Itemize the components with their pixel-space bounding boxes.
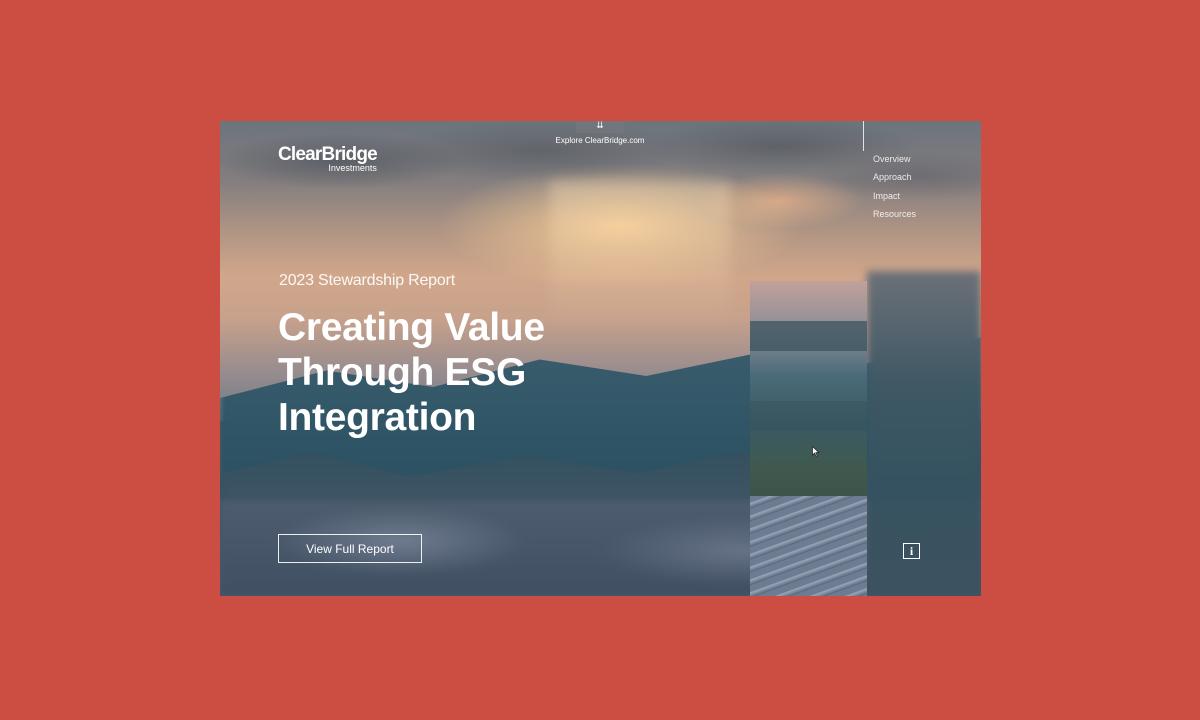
- nav-item-impact[interactable]: Impact: [873, 190, 916, 208]
- solar-panels: [750, 496, 867, 596]
- logo-subtitle: Investments: [328, 163, 377, 173]
- report-eyebrow: 2023 Stewardship Report: [279, 272, 455, 289]
- explore-clearbridge-link[interactable]: Explore ClearBridge.com: [540, 136, 660, 145]
- focus-strip: [750, 281, 867, 596]
- chevron-double-down-icon: ⇊: [596, 121, 604, 130]
- nav-divider: [863, 121, 864, 151]
- nav-item-overview[interactable]: Overview: [873, 153, 916, 171]
- right-fog-panel: [867, 271, 981, 596]
- page-title: Creating Value Through ESG Integration: [278, 306, 545, 439]
- logo-wordmark: ClearBridge: [278, 144, 378, 165]
- sun-rays: [550, 181, 730, 331]
- info-icon[interactable]: i: [903, 543, 920, 559]
- view-full-report-button[interactable]: View Full Report: [278, 534, 422, 563]
- nav-item-approach[interactable]: Approach: [873, 171, 916, 189]
- strip-ridge: [750, 401, 867, 431]
- clearbridge-logo[interactable]: ClearBridge Investments: [278, 144, 378, 173]
- explore-toggle-button[interactable]: ⇊: [576, 121, 624, 133]
- section-nav: Overview Approach Impact Resources: [873, 153, 916, 226]
- nav-item-resources[interactable]: Resources: [873, 208, 916, 226]
- strip-ridge: [750, 321, 867, 351]
- hero-frame: ⇊ Explore ClearBridge.com ClearBridge In…: [220, 121, 981, 596]
- mouse-cursor-icon: [812, 446, 820, 457]
